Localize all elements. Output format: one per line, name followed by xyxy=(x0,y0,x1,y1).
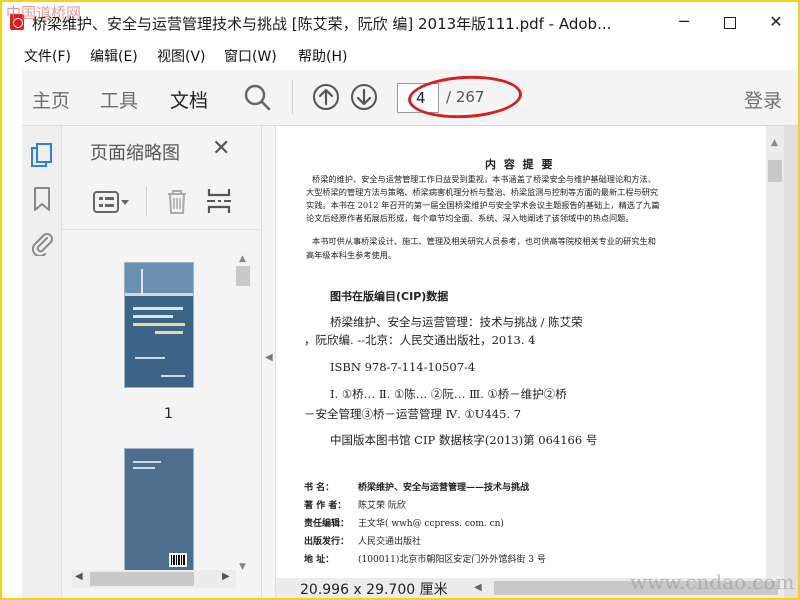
meta-label: 责任编辑： xyxy=(304,519,350,529)
cip-line: ISBN 978-7-114-10507-4 xyxy=(330,360,476,374)
thumbnail-bridge-tower xyxy=(141,269,143,295)
thumbnail-bridge-deck xyxy=(125,293,193,296)
page-size-label: 20.996 x 29.700 厘米 xyxy=(300,579,448,599)
scroll-right-arrow-icon[interactable]: ▶ xyxy=(222,571,230,582)
tab-home[interactable]: 主页 xyxy=(32,86,70,113)
close-panel-button[interactable]: ✕ xyxy=(212,136,230,161)
thumbnail-title-line xyxy=(155,331,183,334)
meta-label: 著 作 者： xyxy=(304,501,347,511)
insert-page-icon[interactable] xyxy=(204,186,234,216)
search-icon[interactable] xyxy=(242,82,272,112)
panel-toolbar-separator xyxy=(146,186,147,216)
cip-line: ，阮欣编. --北京：人民交通出版社，2013. 4 xyxy=(304,333,536,347)
page-thumbnail-2[interactable] xyxy=(124,448,194,578)
page-thumbnails-icon[interactable] xyxy=(30,142,54,168)
thumbnail-title-line xyxy=(133,307,183,310)
summary-line: 高年级本科生参考使用。 xyxy=(306,250,397,260)
panel-toolbar xyxy=(62,174,262,230)
meta-value: 人民交通出版社 xyxy=(358,537,422,547)
thumbnail-text-line xyxy=(133,461,161,463)
panel-collapse-strip[interactable]: ◀ xyxy=(262,126,276,598)
thumbnails-horizontal-scrollbar[interactable]: ◀ ▶ xyxy=(72,570,236,588)
toolbar-separator xyxy=(292,80,293,114)
scroll-down-arrow-icon[interactable]: ▼ xyxy=(239,562,246,572)
next-page-icon[interactable] xyxy=(349,82,379,112)
menu-help[interactable]: 帮助(H) xyxy=(298,46,347,66)
document-vertical-scrollbar[interactable]: ▲ xyxy=(766,126,784,578)
meta-label: 地 址： xyxy=(304,555,335,565)
menu-file[interactable]: 文件(F) xyxy=(24,46,71,66)
thumbnail-author-line xyxy=(135,357,165,359)
maximize-button[interactable] xyxy=(708,8,752,36)
title-bar: 中国道桥网 桥梁维护、安全与运营管理技术与挑战 [陈艾荣，阮欣 编] 2013年… xyxy=(2,2,798,42)
summary-line: 实践。本书在 2012 年召开的第一届全国桥梁维护与安全学术会议主题报告的基础上… xyxy=(306,200,660,210)
cip-line: 桥梁维护、安全与运营管理：技术与挑战 / 陈艾荣 xyxy=(330,315,583,329)
navigation-rail xyxy=(22,126,62,598)
cip-line: －安全管理③桥－运营管理 Ⅳ. ①U445. 7 xyxy=(304,407,522,421)
close-window-button[interactable]: ✕ xyxy=(754,8,798,36)
thumbnails-hscroll-thumb[interactable] xyxy=(90,572,194,586)
thumbnails-panel: 页面缩略图 ✕ 1 ▲ ▼ ◀ ▶ xyxy=(62,126,262,598)
collapse-panel-arrow-icon[interactable]: ◀ xyxy=(265,352,273,363)
thumbnail-title-line xyxy=(133,315,173,318)
meta-value: 王文华( wwh@ ccpress. com. cn) xyxy=(358,519,504,529)
cip-heading: 图书在版编目(CIP)数据 xyxy=(330,290,449,303)
window-title: 桥梁维护、安全与运营管理技术与挑战 [陈艾荣，阮欣 编] 2013年版111.p… xyxy=(32,15,612,33)
thumbnails-vertical-scrollbar[interactable]: ▲ ▼ xyxy=(234,254,252,574)
minimize-button[interactable]: ─ xyxy=(662,8,706,36)
attachment-icon[interactable] xyxy=(30,230,54,256)
thumbnail-page-number: 1 xyxy=(164,406,173,422)
thumbnail-publisher-line xyxy=(161,375,185,377)
pdf-page: 内 容 提 要 桥梁的维护、安全与运营管理工作日益受到重视，本书涵盖了桥梁安全与… xyxy=(276,126,766,578)
bottom-watermark: www.cndao.com xyxy=(630,570,795,594)
barcode-lines xyxy=(171,555,185,565)
thumbnail-text-line xyxy=(133,467,155,469)
summary-line: 桥梁的维护、安全与运营管理工作日益受到重视，本书涵盖了桥梁安全与维护基础理论和方… xyxy=(312,174,656,184)
doc-scroll-left-arrow-icon[interactable]: ◀ xyxy=(474,582,482,593)
thumbnails-scroll-thumb[interactable] xyxy=(236,266,250,286)
meta-value: 陈艾荣 阮欣 xyxy=(358,501,406,511)
meta-label: 书 名： xyxy=(304,483,335,493)
menu-view[interactable]: 视图(V) xyxy=(157,46,206,66)
meta-value: 桥梁维护、安全与运营管理——技术与挑战 xyxy=(358,483,530,493)
page-thumbnail-1[interactable] xyxy=(124,262,194,388)
meta-label: 出版发行： xyxy=(304,537,350,547)
menu-window[interactable]: 窗口(W) xyxy=(224,46,277,66)
thumbnail-title-line xyxy=(133,323,185,326)
doc-scroll-up-arrow-icon[interactable]: ▲ xyxy=(771,138,778,148)
delete-page-icon[interactable] xyxy=(162,186,192,216)
maximize-icon xyxy=(724,16,736,29)
prev-page-icon[interactable] xyxy=(311,82,341,112)
thumbnail-sky xyxy=(125,263,193,295)
scroll-up-arrow-icon[interactable]: ▲ xyxy=(239,254,246,264)
summary-line: 本书可供从事桥梁设计、施工、管理及相关研究人员参考，也可供高等院校相关专业的研究… xyxy=(312,236,656,246)
menu-edit[interactable]: 编辑(E) xyxy=(90,46,138,66)
toolbar: 主页 工具 文档 4 / 267 登录 xyxy=(22,70,798,126)
cip-line: 中国版本图书馆 CIP 数据核字(2013)第 064166 号 xyxy=(330,433,598,447)
scroll-left-arrow-icon[interactable]: ◀ xyxy=(75,571,83,582)
meta-value: (100011)北京市朝阳区安定门外外馆斜街 3 号 xyxy=(358,555,546,565)
summary-line: 大型桥梁的管理方法与策略、桥梁病害机理分析与整治、桥梁监测与控制等方面的最新工程… xyxy=(306,187,659,197)
thumbnail-barcode xyxy=(169,553,187,567)
menu-bar: 文件(F) 编辑(E) 视图(V) 窗口(W) 帮助(H) xyxy=(2,42,798,68)
document-scroll-thumb[interactable] xyxy=(768,160,782,182)
thumbnail-options-icon[interactable] xyxy=(92,188,132,216)
panel-title: 页面缩略图 xyxy=(90,143,180,164)
summary-title: 内 容 提 要 xyxy=(485,158,555,171)
cip-line: Ⅰ. ①桥… Ⅱ. ①陈… ②阮… Ⅲ. ①桥－维护②桥 xyxy=(330,387,567,401)
tab-tools[interactable]: 工具 xyxy=(100,86,138,113)
summary-line: 论文后经原作者拓展后形成，每个章节均全面、系统、深入地阐述了该领域中的热点问题。 xyxy=(306,213,634,223)
highlight-annotation-oval xyxy=(406,73,524,121)
tab-document[interactable]: 文档 xyxy=(170,86,208,113)
login-button[interactable]: 登录 xyxy=(744,86,782,113)
bookmark-icon[interactable] xyxy=(30,186,54,212)
document-viewport: 内 容 提 要 桥梁的维护、安全与运营管理工作日益受到重视，本书涵盖了桥梁安全与… xyxy=(276,126,798,599)
